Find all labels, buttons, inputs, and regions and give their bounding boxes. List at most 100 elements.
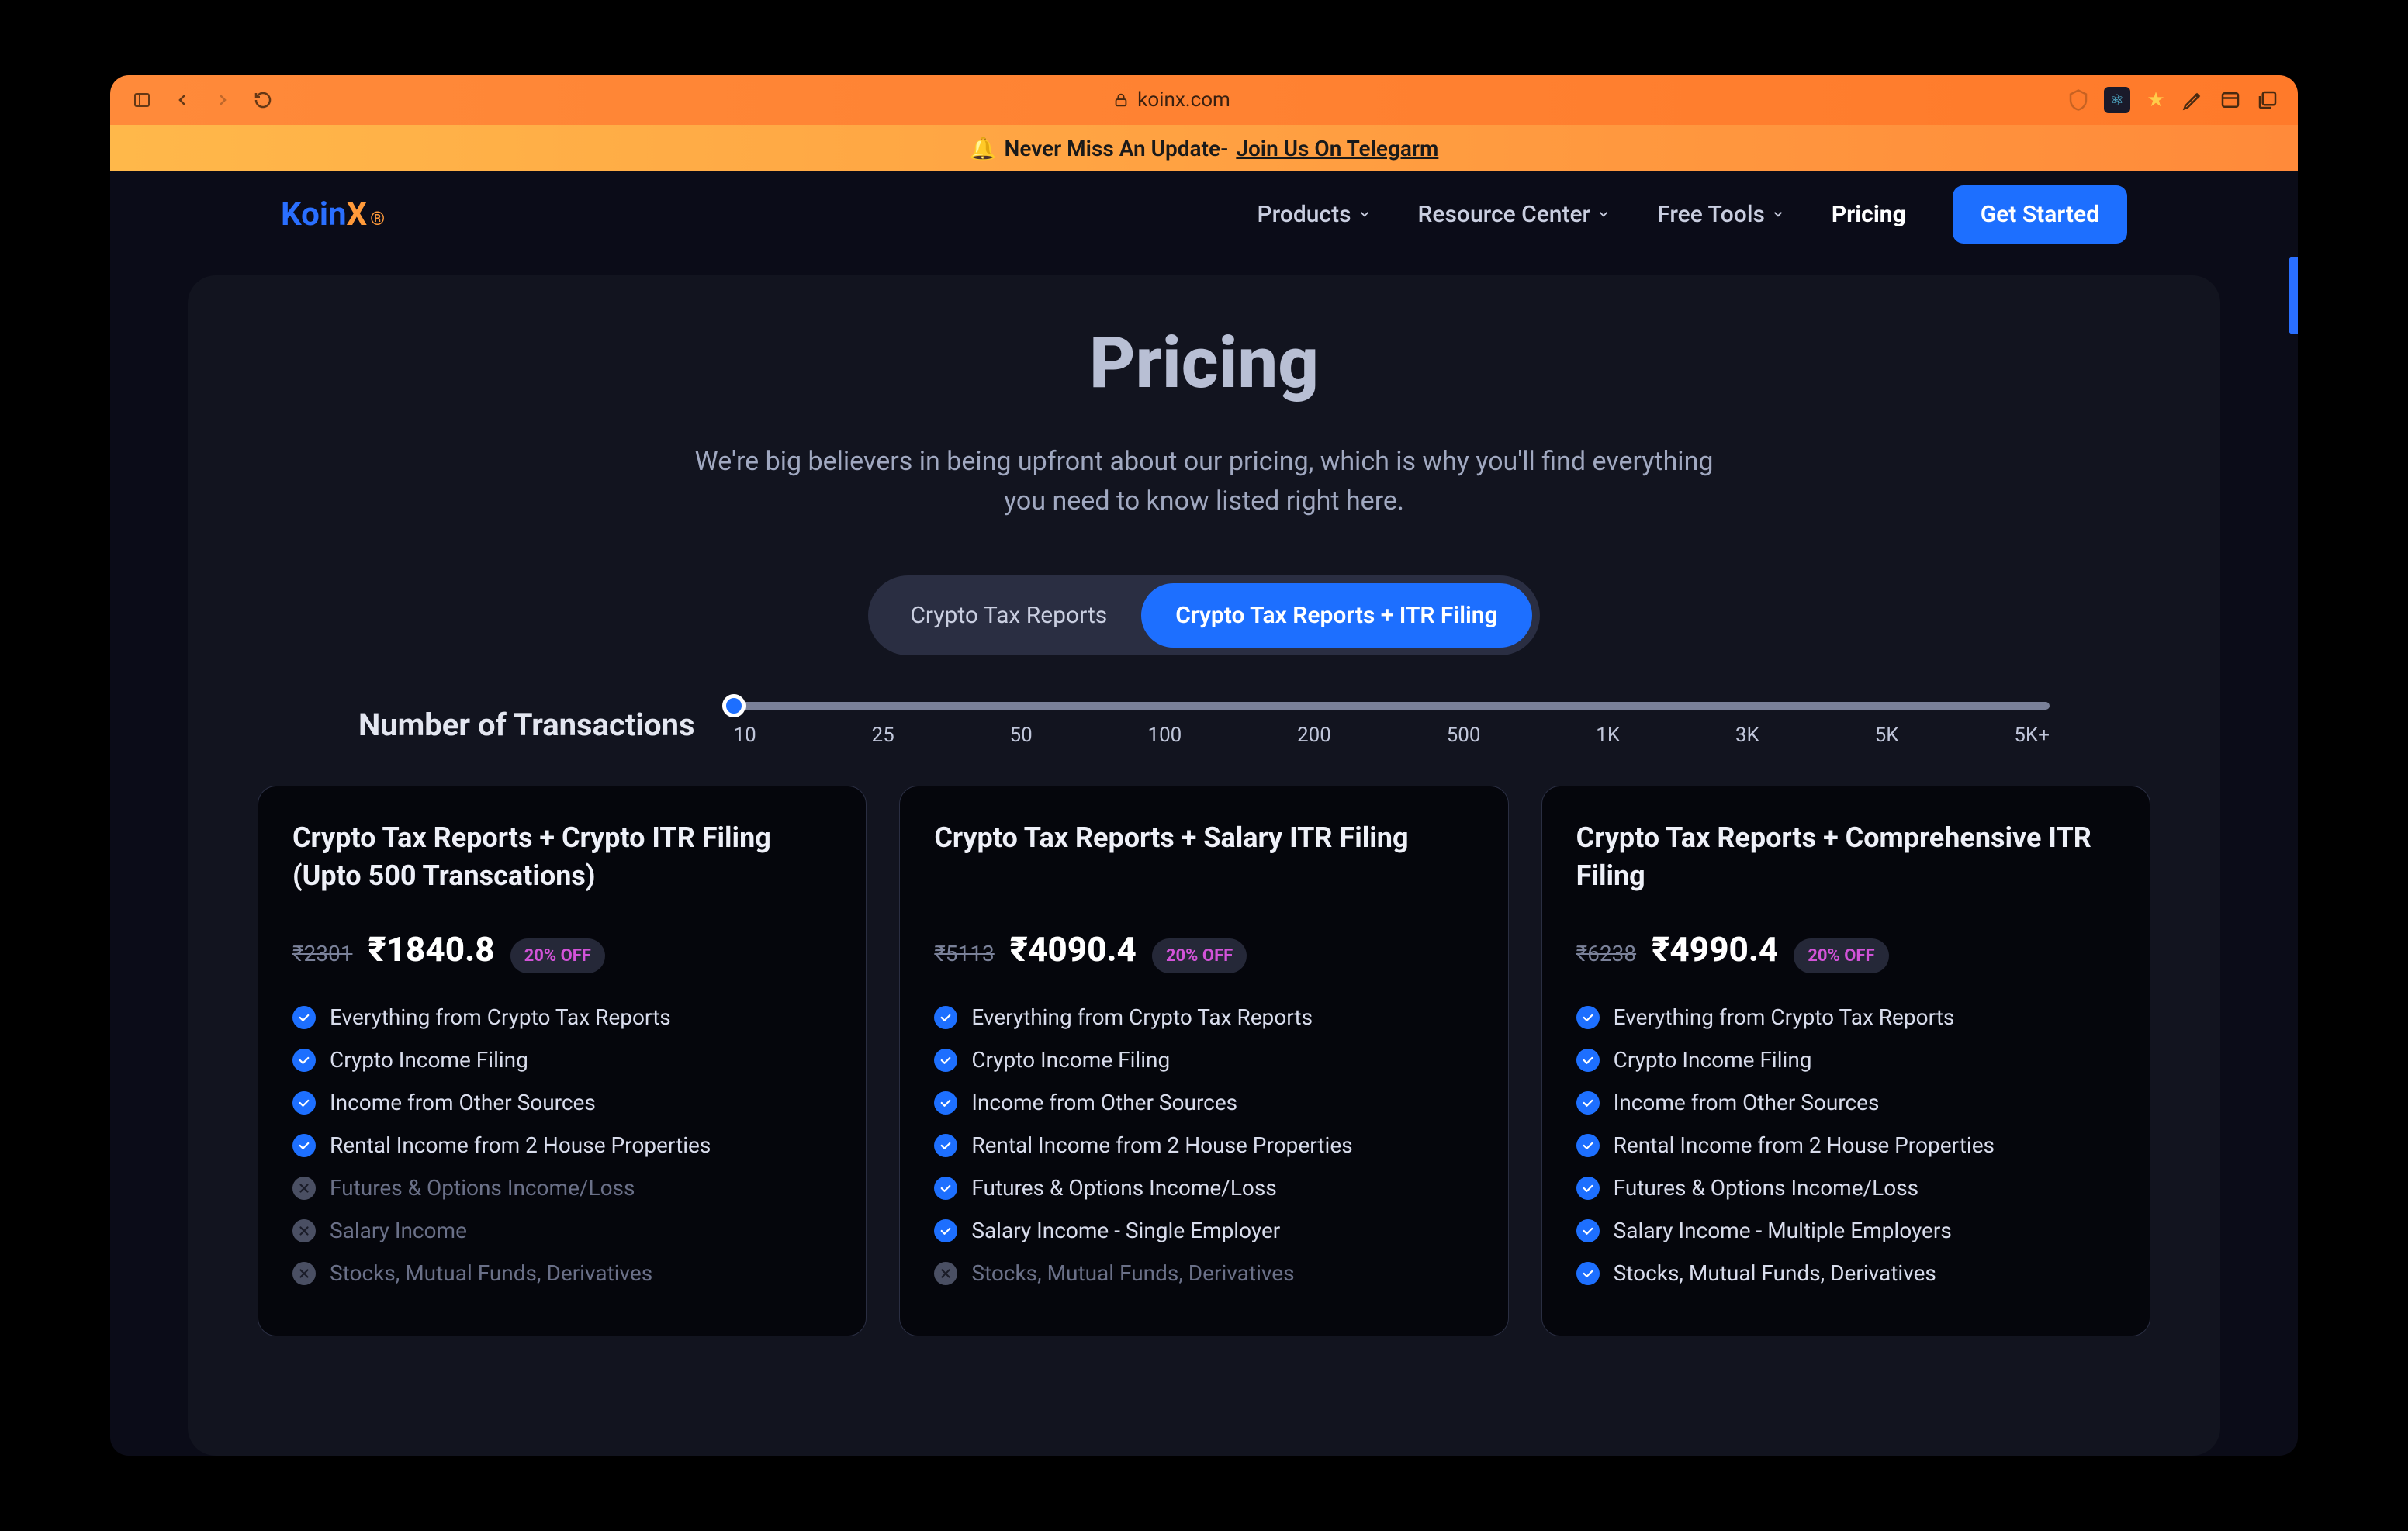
feature-item: Crypto Income Filing [934,1047,1473,1073]
check-icon [1576,1177,1600,1200]
address-bar[interactable]: koinx.com [290,88,2053,112]
feature-text: Income from Other Sources [971,1090,1237,1115]
nav-pricing[interactable]: Pricing [1832,201,1906,228]
feature-text: Futures & Options Income/Loss [330,1175,635,1201]
feature-item: Futures & Options Income/Loss [292,1175,832,1201]
check-icon [1576,1262,1600,1285]
price-old: ₹5113 [934,941,994,966]
transaction-slider[interactable]: 10 25 50 100 200 500 1K 3K 5K 5K+ [734,702,2050,747]
nav-products[interactable]: Products [1257,201,1371,228]
check-icon [934,1006,957,1029]
logo-part1: Koin [281,195,347,233]
plan-title: Crypto Tax Reports + Crypto ITR Filing (… [292,819,832,895]
feature-item: Rental Income from 2 House Properties [934,1132,1473,1158]
feature-item: Futures & Options Income/Loss [934,1175,1473,1201]
slider-tick[interactable]: 50 [1009,724,1032,747]
feature-text: Rental Income from 2 House Properties [971,1132,1352,1158]
slider-tick[interactable]: 500 [1447,724,1481,747]
slider-tick[interactable]: 1K [1596,724,1620,747]
feature-text: Everything from Crypto Tax Reports [330,1004,671,1030]
check-icon [292,1006,316,1029]
nav-free-tools[interactable]: Free Tools [1657,201,1785,228]
nav-products-label: Products [1257,201,1351,228]
check-icon [1576,1219,1600,1242]
plan-title: Crypto Tax Reports + Comprehensive ITR F… [1576,819,2116,895]
toggle-reports-itr[interactable]: Crypto Tax Reports + ITR Filing [1141,583,1531,648]
feature-text: Stocks, Mutual Funds, Derivatives [330,1260,652,1286]
browser-window: koinx.com ⚛ ★ 🔔 Never Miss An Update- Jo… [110,75,2298,1456]
check-icon [1576,1134,1600,1157]
back-icon[interactable] [169,87,195,113]
sidebar-toggle-icon[interactable] [129,87,155,113]
plan-type-toggle: Crypto Tax Reports Crypto Tax Reports + … [868,575,1539,655]
feature-text: Everything from Crypto Tax Reports [971,1004,1313,1030]
check-icon [1576,1049,1600,1072]
feature-item: Salary Income [292,1218,832,1243]
feature-item: Everything from Crypto Tax Reports [292,1004,832,1030]
feature-item: Income from Other Sources [934,1090,1473,1115]
price-old: ₹6238 [1576,941,1636,966]
pricing-card: Crypto Tax Reports + Salary ITR Filing₹5… [899,786,1508,1336]
banner-text: Never Miss An Update- [1005,136,1229,161]
x-icon [934,1262,957,1285]
slider-thumb[interactable] [722,694,746,717]
nav-resource-center[interactable]: Resource Center [1418,201,1611,228]
slider-tick[interactable]: 200 [1297,724,1331,747]
star-icon[interactable]: ★ [2144,88,2168,112]
pricing-card: Crypto Tax Reports + Crypto ITR Filing (… [258,786,867,1336]
feature-item: Stocks, Mutual Funds, Derivatives [1576,1260,2116,1286]
price-new: ₹4090.4 [1010,929,1137,969]
react-devtools-icon[interactable]: ⚛ [2104,87,2130,113]
feature-text: Income from Other Sources [330,1090,596,1115]
pricing-panel: Pricing We're big believers in being upf… [188,275,2220,1456]
feature-text: Crypto Income Filing [1614,1047,1812,1073]
slider-tick[interactable]: 5K+ [2014,724,2050,747]
feature-item: Income from Other Sources [292,1090,832,1115]
slider-tick[interactable]: 100 [1147,724,1182,747]
check-icon [292,1134,316,1157]
slider-tick[interactable]: 5K [1875,724,1899,747]
announcement-banner: 🔔 Never Miss An Update- Join Us On Teleg… [110,125,2298,171]
get-started-button[interactable]: Get Started [1953,185,2127,244]
feature-item: Futures & Options Income/Loss [1576,1175,2116,1201]
check-icon [1576,1006,1600,1029]
logo-part2: X [347,195,368,233]
reload-icon[interactable] [250,87,276,113]
feature-item: Everything from Crypto Tax Reports [1576,1004,2116,1030]
price-new: ₹4990.4 [1652,929,1778,969]
discount-badge: 20% OFF [510,938,605,973]
share-icon[interactable] [2219,88,2242,112]
check-icon [934,1177,957,1200]
shield-icon[interactable] [2067,88,2090,112]
slider-tick[interactable]: 3K [1735,724,1759,747]
page-title: Pricing [258,322,2150,405]
feature-text: Stocks, Mutual Funds, Derivatives [971,1260,1294,1286]
price-row: ₹6238₹4990.420% OFF [1576,929,2116,973]
feature-text: Salary Income [330,1218,467,1243]
feature-text: Futures & Options Income/Loss [971,1175,1276,1201]
page-subtitle: We're big believers in being upfront abo… [684,442,1724,521]
scroll-indicator[interactable] [2289,257,2298,334]
pencil-icon[interactable] [2181,88,2205,112]
price-row: ₹5113₹4090.420% OFF [934,929,1473,973]
slider-tick[interactable]: 25 [871,724,894,747]
feature-item: Crypto Income Filing [292,1047,832,1073]
toggle-reports[interactable]: Crypto Tax Reports [876,583,1141,648]
feature-text: Salary Income - Multiple Employers [1614,1218,1952,1243]
banner-link[interactable]: Join Us On Telegarm [1236,136,1438,161]
check-icon [934,1049,957,1072]
price-row: ₹2301₹1840.820% OFF [292,929,832,973]
tabs-icon[interactable] [2256,88,2279,112]
top-nav: KoinX® Products Resource Center Free Too… [110,171,2298,257]
pricing-card: Crypto Tax Reports + Comprehensive ITR F… [1541,786,2150,1336]
feature-text: Everything from Crypto Tax Reports [1614,1004,1955,1030]
nav-tools-label: Free Tools [1657,201,1765,228]
slider-tick[interactable]: 10 [734,724,756,747]
slider-track [734,702,2050,710]
feature-item: Stocks, Mutual Funds, Derivatives [292,1260,832,1286]
transaction-slider-row: Number of Transactions 1025501002005001K… [358,702,2050,747]
feature-item: Stocks, Mutual Funds, Derivatives [934,1260,1473,1286]
browser-toolbar: koinx.com ⚛ ★ [110,75,2298,125]
logo[interactable]: KoinX® [281,195,385,233]
main-content: Pricing We're big believers in being upf… [110,257,2298,1456]
